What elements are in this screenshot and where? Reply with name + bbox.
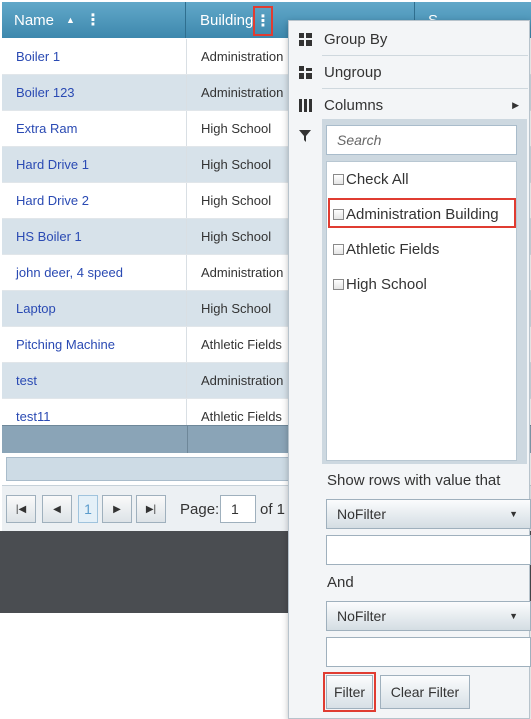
last-page-icon[interactable]: ▶| bbox=[136, 495, 166, 523]
column-header-name[interactable]: Name ▲ ⋮ bbox=[2, 2, 186, 38]
row-name-link[interactable]: Hard Drive 2 bbox=[2, 183, 187, 218]
and-label: And bbox=[327, 574, 354, 591]
option-label: High School bbox=[346, 275, 427, 293]
filter-search-input[interactable]: Search bbox=[326, 125, 517, 155]
highlight-box bbox=[323, 672, 376, 712]
building-column-menu-icon[interactable]: ⋮ bbox=[253, 6, 273, 36]
first-value-input[interactable] bbox=[326, 535, 531, 565]
clear-filter-button[interactable]: Clear Filter bbox=[380, 675, 470, 709]
column-menu: Group By Ungroup Columns ▶ Search Check … bbox=[288, 20, 531, 719]
chevron-down-icon: ▼ bbox=[509, 611, 518, 621]
menu-item-ungroup-label: Ungroup bbox=[324, 63, 382, 81]
footer-divider bbox=[187, 426, 188, 454]
row-name-link[interactable]: HS Boiler 1 bbox=[2, 219, 187, 254]
chevron-down-icon: ▼ bbox=[509, 509, 518, 519]
option-label: Athletic Fields bbox=[346, 240, 440, 258]
column-menu-icon[interactable]: ⋮ bbox=[85, 10, 101, 30]
first-operator-value: NoFilter bbox=[337, 506, 387, 522]
page-label: Page: bbox=[180, 500, 220, 518]
first-operator-select[interactable]: NoFilter ▼ bbox=[326, 499, 531, 529]
option-athletic-fields[interactable]: Athletic Fields bbox=[333, 237, 439, 261]
menu-item-group-by[interactable]: Group By bbox=[289, 23, 529, 55]
submenu-arrow-icon: ▶ bbox=[512, 99, 519, 110]
group-by-icon bbox=[289, 32, 321, 46]
next-page-icon[interactable]: ▶ bbox=[102, 495, 132, 523]
row-name-link[interactable]: Boiler 123 bbox=[2, 75, 187, 110]
page-input[interactable]: 1 bbox=[220, 495, 256, 523]
option-check-all[interactable]: Check All bbox=[333, 167, 409, 191]
row-name-link[interactable]: Pitching Machine bbox=[2, 327, 187, 362]
page-count-label: of 1 bbox=[260, 500, 286, 518]
menu-item-ungroup[interactable]: Ungroup bbox=[289, 56, 529, 88]
second-value-input[interactable] bbox=[326, 637, 531, 667]
menu-item-columns-label: Columns bbox=[324, 96, 384, 114]
row-name-link[interactable]: test bbox=[2, 363, 187, 398]
highlight-box bbox=[328, 198, 516, 228]
option-high-school[interactable]: High School bbox=[333, 272, 427, 296]
show-rows-label: Show rows with value that bbox=[327, 472, 501, 489]
page-number-button[interactable]: 1 bbox=[78, 495, 98, 523]
row-name-link[interactable]: Extra Ram bbox=[2, 111, 187, 146]
menu-item-columns[interactable]: Columns ▶ bbox=[289, 89, 529, 121]
first-page-icon[interactable]: |◀ bbox=[6, 495, 36, 523]
checkbox[interactable] bbox=[333, 173, 344, 185]
sort-ascending-icon: ▲ bbox=[66, 15, 75, 25]
second-operator-value: NoFilter bbox=[337, 608, 387, 624]
columns-icon bbox=[289, 98, 321, 112]
checkbox[interactable] bbox=[333, 243, 344, 255]
checkbox[interactable] bbox=[333, 278, 344, 290]
second-operator-select[interactable]: NoFilter ▼ bbox=[326, 601, 531, 631]
row-name-link[interactable]: Laptop bbox=[2, 291, 187, 326]
ungroup-icon bbox=[289, 65, 321, 79]
column-header-building-label: Building bbox=[200, 11, 254, 29]
row-name-link[interactable]: Hard Drive 1 bbox=[2, 147, 187, 182]
menu-item-group-by-label: Group By bbox=[324, 30, 388, 48]
filter-icon bbox=[289, 121, 321, 151]
row-name-link[interactable]: Boiler 1 bbox=[2, 39, 187, 74]
column-header-name-label: Name bbox=[14, 11, 55, 29]
previous-page-icon[interactable]: ◀ bbox=[42, 495, 72, 523]
option-label: Check All bbox=[346, 170, 409, 188]
row-name-link[interactable]: john deer, 4 speed bbox=[2, 255, 187, 290]
